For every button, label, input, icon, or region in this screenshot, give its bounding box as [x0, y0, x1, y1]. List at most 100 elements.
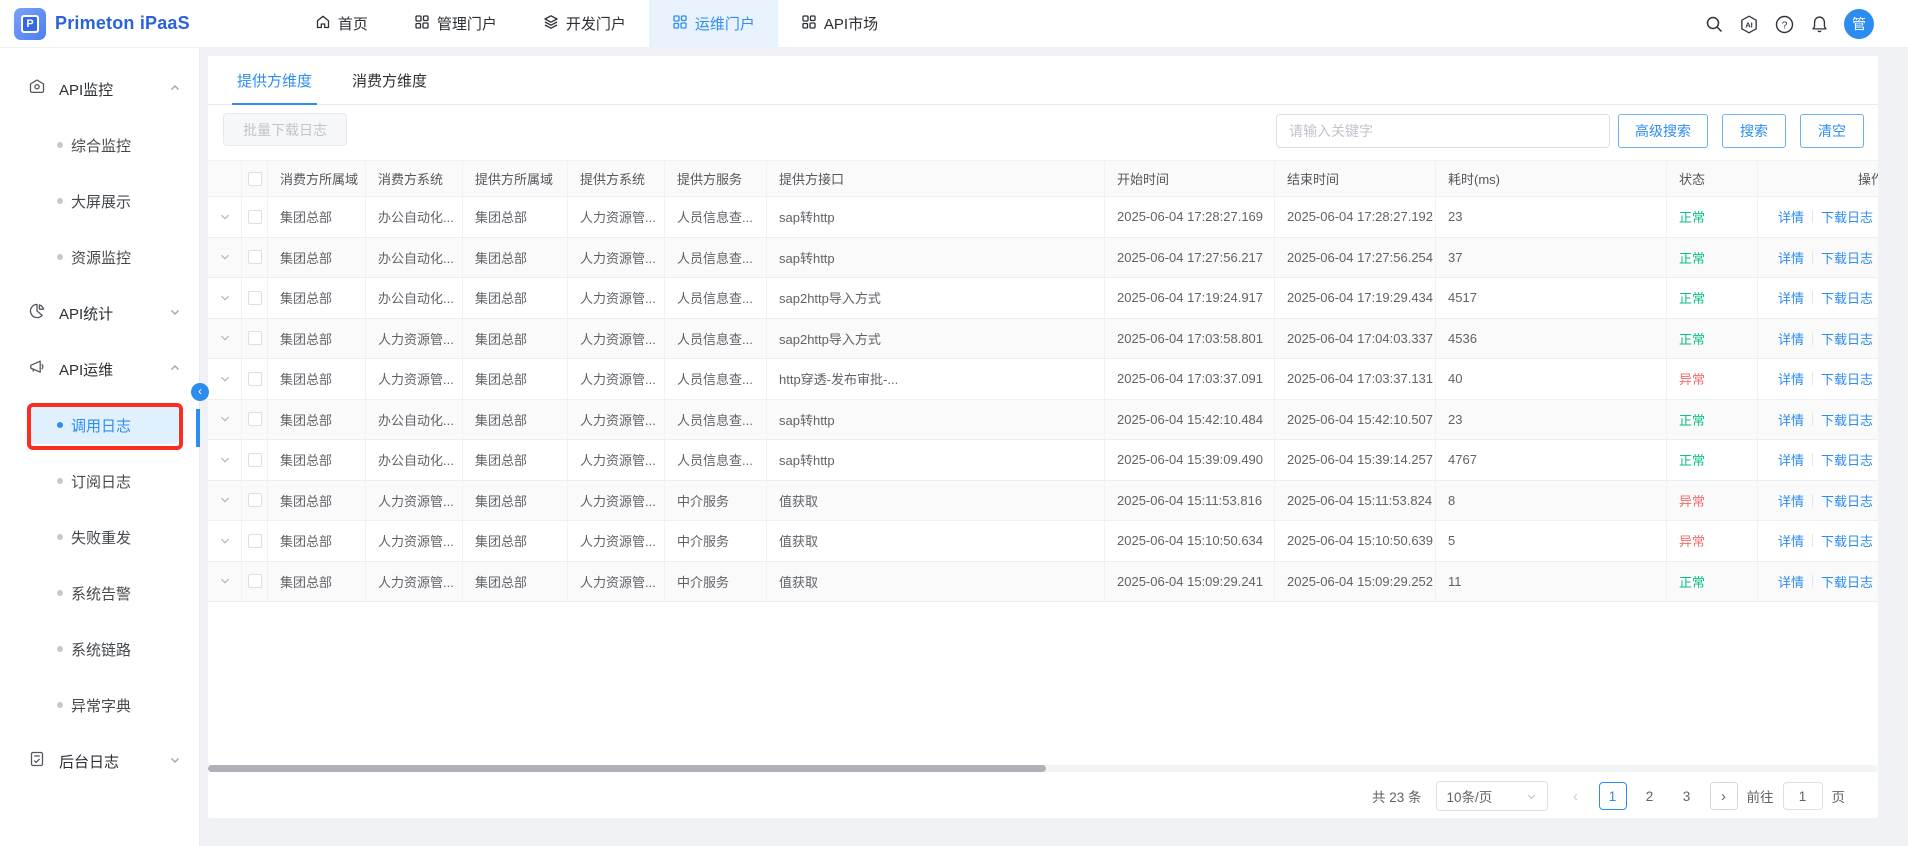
detail-link[interactable]: 详情 — [1778, 450, 1804, 469]
cell-duration: 4517 — [1436, 278, 1667, 318]
row-expand-button[interactable] — [208, 238, 242, 278]
page-jump-input[interactable] — [1783, 782, 1823, 810]
sidebar-item-resource-monitor[interactable]: 资源监控 — [0, 229, 199, 285]
sidebar-collapse-button[interactable]: ‹ — [191, 383, 209, 401]
row-checkbox[interactable] — [242, 440, 268, 480]
download-log-link[interactable]: 下载日志 — [1821, 248, 1873, 267]
sidebar-item-system-links[interactable]: 系统链路 — [0, 621, 199, 677]
table-row: 集团总部 办公自动化... 集团总部 人力资源管... 人员信息查... sap… — [208, 400, 1878, 441]
prev-page-button[interactable]: ‹ — [1562, 782, 1590, 810]
detail-link[interactable]: 详情 — [1778, 369, 1804, 388]
row-expand-button[interactable] — [208, 562, 242, 602]
row-expand-button[interactable] — [208, 400, 242, 440]
download-log-link[interactable]: 下载日志 — [1821, 207, 1873, 226]
select-all-checkbox[interactable] — [242, 161, 268, 196]
notification-bell-icon[interactable] — [1809, 14, 1829, 34]
tab-provider-dimension[interactable]: 提供方维度 — [237, 56, 312, 105]
row-checkbox[interactable] — [242, 278, 268, 318]
sidebar-item-call-logs[interactable]: 调用日志 — [0, 397, 199, 453]
row-checkbox[interactable] — [242, 359, 268, 399]
row-expand-button[interactable] — [208, 278, 242, 318]
row-expand-button[interactable] — [208, 440, 242, 480]
cell-start-time: 2025-06-04 17:03:58.801 — [1105, 319, 1275, 359]
download-log-link[interactable]: 下载日志 — [1821, 531, 1873, 550]
sidebar-group-api-monitor[interactable]: API监控 — [0, 61, 199, 117]
go-to-label: 前往 — [1747, 786, 1774, 806]
row-checkbox[interactable] — [242, 319, 268, 359]
cell-provider-api: 值获取 — [767, 521, 1105, 561]
detail-link[interactable]: 详情 — [1778, 248, 1804, 267]
download-log-link[interactable]: 下载日志 — [1821, 369, 1873, 388]
row-expand-button[interactable] — [208, 359, 242, 399]
row-checkbox[interactable] — [242, 238, 268, 278]
sidebar-group-backend-logs[interactable]: 后台日志 — [0, 733, 199, 789]
download-log-link[interactable]: 下载日志 — [1821, 572, 1873, 591]
sidebar-item-failure-resend[interactable]: 失败重发 — [0, 509, 199, 565]
search-icon[interactable] — [1704, 14, 1724, 34]
sidebar-item-comprehensive-monitor[interactable]: 综合监控 — [0, 117, 199, 173]
detail-link[interactable]: 详情 — [1778, 329, 1804, 348]
next-page-button[interactable]: › — [1710, 782, 1738, 810]
sidebar-item-subscription-logs[interactable]: 订阅日志 — [0, 453, 199, 509]
download-log-link[interactable]: 下载日志 — [1821, 410, 1873, 429]
nav-item-dev-portal[interactable]: 开发门户 — [520, 0, 649, 48]
row-checkbox[interactable] — [242, 481, 268, 521]
row-expand-button[interactable] — [208, 319, 242, 359]
row-checkbox[interactable] — [242, 197, 268, 237]
sidebar-item-system-alerts[interactable]: 系统告警 — [0, 565, 199, 621]
page-unit-label: 页 — [1832, 786, 1846, 806]
row-checkbox[interactable] — [242, 562, 268, 602]
download-log-link[interactable]: 下载日志 — [1821, 329, 1873, 348]
row-expand-button[interactable] — [208, 521, 242, 561]
batch-download-button[interactable]: 批量下载日志 — [223, 113, 347, 146]
sidebar-group-api-ops[interactable]: API运维 — [0, 341, 199, 397]
nav-item-ops-portal[interactable]: 运维门户 — [649, 0, 778, 48]
row-expand-button[interactable] — [208, 481, 242, 521]
tab-consumer-dimension[interactable]: 消费方维度 — [352, 56, 427, 105]
row-checkbox[interactable] — [242, 400, 268, 440]
clear-button[interactable]: 清空 — [1800, 114, 1864, 148]
sidebar-item-big-screen[interactable]: 大屏展示 — [0, 173, 199, 229]
cell-consumer-domain: 集团总部 — [268, 359, 366, 399]
keyword-search-input[interactable] — [1276, 114, 1610, 148]
sidebar-group-api-statistics[interactable]: API统计 — [0, 285, 199, 341]
download-log-link[interactable]: 下载日志 — [1821, 450, 1873, 469]
bullet-icon — [57, 422, 63, 428]
help-icon[interactable]: ? — [1774, 14, 1794, 34]
cell-start-time: 2025-06-04 17:28:27.169 — [1105, 197, 1275, 237]
detail-link[interactable]: 详情 — [1778, 410, 1804, 429]
cell-actions: 详情 下载日志 — [1758, 359, 1878, 399]
row-checkbox[interactable] — [242, 521, 268, 561]
sidebar-item-exception-dictionary[interactable]: 异常字典 — [0, 677, 199, 733]
header-provider-api: 提供方接口 — [767, 161, 1105, 196]
nav-item-admin-portal[interactable]: 管理门户 — [391, 0, 520, 48]
page-button-2[interactable]: 2 — [1636, 782, 1664, 810]
detail-link[interactable]: 详情 — [1778, 207, 1804, 226]
detail-link[interactable]: 详情 — [1778, 288, 1804, 307]
page-size-select[interactable]: 10条/页 — [1436, 781, 1548, 811]
cell-provider-api: 值获取 — [767, 481, 1105, 521]
table-row: 集团总部 办公自动化... 集团总部 人力资源管... 人员信息查... sap… — [208, 197, 1878, 238]
cell-end-time: 2025-06-04 15:09:29.252 — [1275, 562, 1436, 602]
search-button[interactable]: 搜索 — [1722, 114, 1786, 148]
horizontal-scrollbar — [208, 765, 1878, 772]
cell-actions: 详情 下载日志 — [1758, 197, 1878, 237]
detail-link[interactable]: 详情 — [1778, 491, 1804, 510]
row-expand-button[interactable] — [208, 197, 242, 237]
advanced-search-button[interactable]: 高级搜索 — [1618, 114, 1708, 148]
nav-item-api-market[interactable]: API市场 — [778, 0, 901, 48]
ai-assistant-icon[interactable]: AI — [1739, 14, 1759, 34]
cell-consumer-system: 人力资源管... — [366, 319, 463, 359]
user-avatar[interactable]: 管 — [1844, 9, 1874, 39]
detail-link[interactable]: 详情 — [1778, 531, 1804, 550]
cell-provider-domain: 集团总部 — [463, 562, 568, 602]
detail-link[interactable]: 详情 — [1778, 572, 1804, 591]
download-log-link[interactable]: 下载日志 — [1821, 288, 1873, 307]
page-button-1[interactable]: 1 — [1599, 782, 1627, 810]
page-button-3[interactable]: 3 — [1673, 782, 1701, 810]
topbar: P Primeton iPaaS 首页 管理门户 开发门户 运维门户 API市场… — [0, 0, 1908, 48]
download-log-link[interactable]: 下载日志 — [1821, 491, 1873, 510]
horizontal-scrollbar-thumb[interactable] — [208, 765, 1046, 772]
nav-item-home[interactable]: 首页 — [292, 0, 391, 48]
cell-consumer-domain: 集团总部 — [268, 521, 366, 561]
